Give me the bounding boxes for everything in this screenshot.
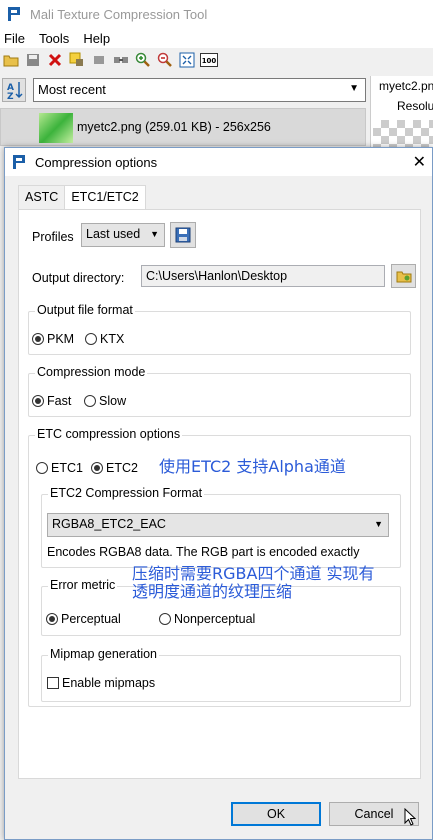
svg-text:100: 100 — [202, 57, 217, 65]
radio-nonperceptual-indicator — [159, 613, 171, 625]
preview-resolution-label: Resolu — [397, 99, 433, 113]
menu-file[interactable]: File — [4, 31, 25, 46]
menu-bar: File Tools Help — [0, 28, 433, 48]
compression-mode-title: Compression mode — [35, 365, 148, 379]
stop-icon[interactable] — [90, 51, 108, 69]
dialog-title: Compression options — [35, 154, 158, 170]
compression-options-dialog: Compression options ✕ ASTC ETC1/ETC2 Pro… — [4, 147, 433, 840]
etc2-format-group: ETC2 Compression Format RGBA8_ETC2_EAC ▼… — [41, 486, 401, 568]
mipmap-title: Mipmap generation — [48, 647, 160, 661]
radio-etc1[interactable]: ETC1 — [36, 461, 83, 475]
menu-tools[interactable]: Tools — [39, 31, 69, 46]
preview-filename: myetc2.pn — [379, 79, 433, 93]
radio-pkm-indicator — [32, 333, 44, 345]
radio-slow[interactable]: Slow — [84, 394, 126, 408]
profiles-select[interactable]: Last used ▼ — [81, 223, 165, 247]
file-list-item-label: myetc2.png (259.01 KB) - 256x256 — [77, 120, 271, 134]
chevron-down-icon: ▼ — [374, 519, 383, 529]
radio-ktx[interactable]: KTX — [85, 332, 124, 346]
output-format-title: Output file format — [35, 303, 135, 317]
radio-ktx-label: KTX — [100, 332, 125, 346]
enable-mipmaps-box — [47, 677, 59, 689]
output-directory-field[interactable]: C:\Users\Hanlon\Desktop — [141, 265, 385, 287]
radio-fast-indicator — [32, 395, 44, 407]
annotation-rgba-line1: 压缩时需要RGBA四个通道 实现有 — [132, 564, 375, 583]
radio-slow-indicator — [84, 395, 96, 407]
mouse-cursor-icon — [404, 808, 416, 826]
app-title: Mali Texture Compression Tool — [30, 6, 208, 22]
sort-button[interactable]: A Z — [2, 78, 26, 102]
fit-icon[interactable] — [178, 51, 196, 69]
tab-etc1-etc2[interactable]: ETC1/ETC2 — [64, 185, 146, 210]
radio-pkm[interactable]: PKM — [32, 332, 74, 346]
radio-etc2-indicator — [91, 462, 103, 474]
file-list-item[interactable]: myetc2.png (259.01 KB) - 256x256 — [0, 108, 366, 146]
browse-folder-button[interactable] — [391, 264, 416, 288]
delete-icon[interactable] — [46, 51, 64, 69]
close-icon[interactable]: ✕ — [413, 152, 426, 172]
radio-etc1-indicator — [36, 462, 48, 474]
radio-fast-label: Fast — [47, 394, 72, 408]
chevron-down-icon: ▼ — [150, 229, 159, 239]
etc2-format-value: RGBA8_ETC2_EAC — [52, 517, 166, 531]
radio-etc1-label: ETC1 — [51, 461, 83, 475]
menu-help[interactable]: Help — [83, 31, 110, 46]
radio-fast[interactable]: Fast — [32, 394, 71, 408]
folder-icon — [396, 271, 411, 283]
compression-mode-group: Compression mode Fast Slow — [28, 365, 411, 417]
radio-etc2-label: ETC2 — [106, 461, 138, 475]
app-logo-icon — [8, 7, 20, 21]
toolbar: 100 — [0, 48, 433, 72]
chevron-down-icon: ▼ — [349, 83, 359, 94]
recent-select[interactable]: Most recent ▼ — [33, 78, 366, 102]
radio-slow-label: Slow — [99, 394, 127, 408]
profiles-label: Profiles — [32, 230, 74, 244]
filter-bar: A Z Most recent ▼ — [0, 76, 370, 104]
enable-mipmaps-label: Enable mipmaps — [62, 676, 156, 690]
recent-select-value: Most recent — [38, 82, 106, 97]
radio-etc2[interactable]: ETC2 — [91, 461, 138, 475]
radio-nonperceptual-label: Nonperceptual — [174, 612, 256, 626]
dialog-titlebar: Compression options ✕ — [5, 148, 432, 176]
ok-button[interactable]: OK — [231, 802, 321, 826]
etc-options-title: ETC compression options — [35, 427, 183, 441]
svg-text:Z: Z — [7, 92, 14, 101]
sort-az-icon: A Z — [7, 82, 23, 102]
output-directory-label: Output directory: — [32, 271, 125, 285]
radio-perceptual-indicator — [46, 613, 58, 625]
app-titlebar: Mali Texture Compression Tool — [0, 0, 433, 28]
error-metric-title: Error metric — [48, 578, 118, 592]
preview-panel: myetc2.pn Resolu — [370, 76, 433, 160]
zoom-in-icon[interactable] — [134, 51, 152, 69]
zoom-out-icon[interactable] — [156, 51, 174, 69]
annotation-etc2-alpha: 使用ETC2 支持Alpha通道 — [159, 457, 346, 476]
radio-ktx-indicator — [85, 333, 97, 345]
profiles-select-value: Last used — [86, 227, 141, 241]
actual-size-icon[interactable]: 100 — [200, 51, 218, 69]
etc2-format-select[interactable]: RGBA8_ETC2_EAC ▼ — [47, 513, 389, 537]
radio-perceptual[interactable]: Perceptual — [46, 612, 121, 626]
save-icon — [175, 227, 191, 243]
save-icon[interactable] — [24, 51, 42, 69]
compress-icon[interactable] — [68, 51, 86, 69]
tab-panel-etc: Profiles Last used ▼ Output directory: C… — [18, 209, 421, 779]
enable-mipmaps-checkbox[interactable]: Enable mipmaps — [47, 676, 155, 690]
tab-strip: ASTC ETC1/ETC2 — [18, 185, 146, 210]
compare-icon[interactable] — [112, 51, 130, 69]
texture-thumbnail — [39, 113, 73, 143]
radio-pkm-label: PKM — [47, 332, 75, 346]
radio-nonperceptual[interactable]: Nonperceptual — [159, 612, 255, 626]
radio-perceptual-label: Perceptual — [61, 612, 121, 626]
output-format-group: Output file format PKM KTX — [28, 303, 411, 355]
annotation-rgba-line2: 透明度通道的纹理压缩 — [132, 582, 293, 601]
mipmap-group: Mipmap generation Enable mipmaps — [41, 647, 401, 702]
open-folder-icon[interactable] — [2, 51, 20, 69]
save-profile-button[interactable] — [170, 222, 196, 248]
etc2-format-title: ETC2 Compression Format — [48, 486, 205, 500]
tab-astc[interactable]: ASTC — [18, 185, 66, 209]
etc2-format-description: Encodes RGBA8 data. The RGB part is enco… — [47, 545, 360, 559]
app-logo-icon — [13, 155, 25, 169]
